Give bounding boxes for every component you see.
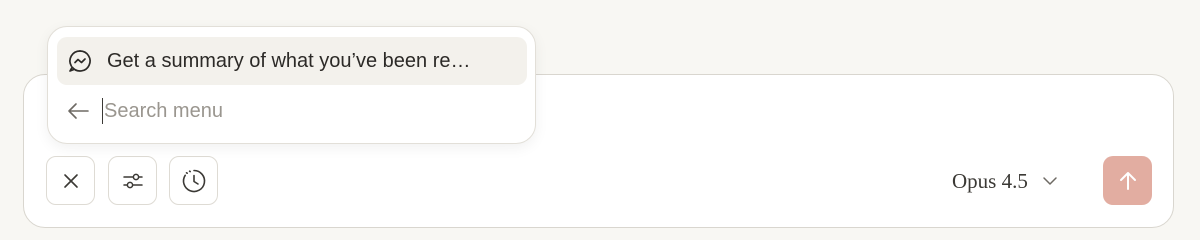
menu-item-label: Get a summary of what you’ve been re… (107, 49, 471, 72)
search-menu-input[interactable] (102, 98, 484, 124)
history-button[interactable] (169, 156, 218, 205)
tools-settings-button[interactable] (108, 156, 157, 205)
sliders-icon (122, 173, 143, 188)
search-row (66, 93, 526, 129)
history-clock-icon (182, 169, 205, 192)
close-button[interactable] (46, 156, 95, 205)
command-menu-popup: Get a summary of what you’ve been re… (47, 26, 536, 144)
arrow-up-icon (1119, 171, 1136, 190)
send-button[interactable] (1103, 156, 1152, 205)
model-name: Opus 4.5 (952, 168, 1028, 193)
model-selector[interactable]: Opus 4.5 (952, 166, 1058, 196)
chevron-down-icon (1043, 177, 1057, 185)
back-arrow-icon[interactable] (66, 102, 90, 120)
chat-bubble-icon (69, 50, 91, 72)
menu-item-summary[interactable]: Get a summary of what you’ve been re… (57, 37, 527, 85)
close-icon (63, 173, 78, 188)
